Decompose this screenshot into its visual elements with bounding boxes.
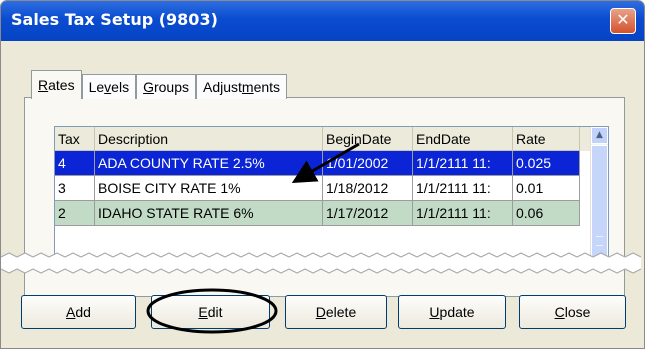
tab-rates[interactable]: Rates	[31, 70, 82, 99]
tab-levels[interactable]: Levels	[81, 74, 137, 99]
grid-header: Tax Description BeginDate EndDate Rate	[55, 127, 608, 151]
cell-description: IDAHO STATE RATE 6%	[95, 201, 323, 226]
cell-begindate: 1/18/2012	[323, 176, 413, 201]
column-header-tax[interactable]: Tax	[55, 127, 95, 151]
tab-groups[interactable]: Groups	[136, 74, 196, 99]
scroll-thumb[interactable]	[591, 145, 608, 265]
cell-tax: 2	[55, 201, 95, 226]
cell-description: BOISE CITY RATE 1%	[95, 176, 323, 201]
cell-enddate: 1/1/2111 11:	[413, 176, 513, 201]
edit-button[interactable]: Edit	[151, 295, 270, 329]
close-icon: ✕	[616, 10, 630, 29]
cell-begindate: 1/01/2002	[323, 151, 413, 176]
sales-tax-setup-window: Sales Tax Setup (9803) ✕ Rates Levels Gr…	[0, 0, 645, 349]
window-title: Sales Tax Setup (9803)	[11, 10, 218, 29]
cell-rate: 0.01	[513, 176, 580, 201]
rates-grid: Tax Description BeginDate EndDate Rate 4…	[54, 126, 609, 266]
tear-edge	[1, 252, 642, 274]
table-row[interactable]: 4 ADA COUNTY RATE 2.5% 1/01/2002 1/1/211…	[55, 151, 580, 176]
tab-strip: Rates Levels Groups Adjustments	[31, 70, 288, 99]
cell-rate: 0.06	[513, 201, 580, 226]
title-bar[interactable]: Sales Tax Setup (9803) ✕	[1, 1, 644, 41]
column-header-begindate[interactable]: BeginDate	[323, 127, 413, 151]
chevron-up-icon: ▲	[596, 130, 603, 140]
column-header-rate[interactable]: Rate	[513, 127, 580, 151]
column-header-description[interactable]: Description	[95, 127, 323, 151]
window-close-button[interactable]: ✕	[610, 8, 636, 34]
tab-adjustments[interactable]: Adjustments	[196, 74, 288, 99]
close-button[interactable]: Close	[519, 295, 626, 329]
cell-description: ADA COUNTY RATE 2.5%	[95, 151, 323, 176]
column-header-enddate[interactable]: EndDate	[413, 127, 513, 151]
cell-begindate: 1/17/2012	[323, 201, 413, 226]
add-button[interactable]: Add	[21, 295, 136, 329]
cell-tax: 4	[55, 151, 95, 176]
vertical-scrollbar[interactable]: ▲	[590, 127, 608, 265]
cell-enddate: 1/1/2111 11:	[413, 201, 513, 226]
table-row[interactable]: 3 BOISE CITY RATE 1% 1/18/2012 1/1/2111 …	[55, 176, 580, 201]
update-button[interactable]: Update	[398, 295, 506, 329]
delete-button[interactable]: Delete	[285, 295, 387, 329]
cell-tax: 3	[55, 176, 95, 201]
grip-icon	[596, 236, 603, 246]
cell-enddate: 1/1/2111 11:	[413, 151, 513, 176]
table-row[interactable]: 2 IDAHO STATE RATE 6% 1/17/2012 1/1/2111…	[55, 201, 580, 226]
scroll-up-button[interactable]: ▲	[591, 127, 608, 144]
cell-rate: 0.025	[513, 151, 580, 176]
